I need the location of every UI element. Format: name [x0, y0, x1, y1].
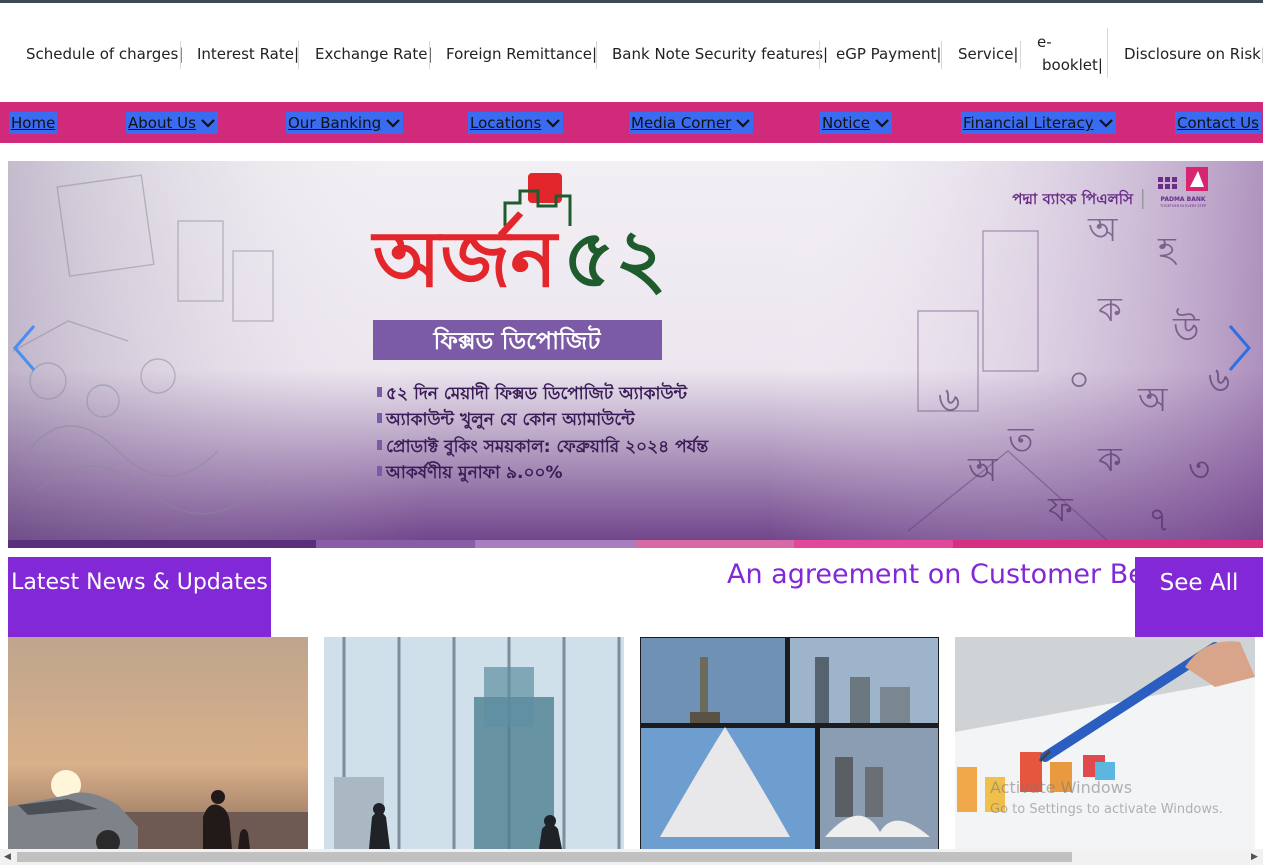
news-card-image [8, 637, 308, 849]
slide-indicator-active[interactable] [8, 540, 316, 548]
nav-home-label: Home [11, 114, 56, 132]
svg-text:ক: ক [1097, 290, 1123, 330]
e-booklet-line2: booklet| [1042, 56, 1103, 74]
link-schedule-of-charges[interactable]: Schedule of charges| [26, 45, 183, 63]
bullet-1: ৫২ দিন মেয়াদী ফিক্সড ডিপোজিট অ্যাকাউন্ট [386, 382, 688, 404]
activate-windows-subtitle: Go to Settings to activate Windows. [990, 802, 1223, 817]
link-service[interactable]: Service| [958, 45, 1019, 63]
chevron-down-icon [1098, 119, 1113, 128]
scroll-right-arrow-icon[interactable]: ▶ [1251, 852, 1258, 862]
link-interest-rate[interactable]: Interest Rate| [197, 45, 299, 63]
nav-contact-us-label: Contact Us [1177, 114, 1259, 132]
svg-text:০: ০ [1068, 360, 1090, 400]
link-disclosure-on-risk[interactable]: Disclosure on Risk| [1124, 45, 1263, 63]
chevron-right-icon[interactable] [1226, 322, 1254, 374]
news-card-2[interactable] [324, 637, 624, 849]
slide-indicator[interactable] [635, 540, 794, 548]
svg-text:হ: হ [1157, 230, 1178, 270]
chevron-down-icon [736, 119, 751, 128]
divider [941, 41, 942, 69]
chevron-down-icon [546, 119, 561, 128]
nav-home[interactable]: Home [9, 112, 58, 134]
horizontal-scrollbar[interactable]: ◀ ▶ [0, 849, 1263, 865]
divider [1020, 41, 1021, 69]
product-title: ফিক্সড ডিপোজিট [433, 325, 602, 355]
headline-text: অর্জন [370, 211, 559, 305]
scroll-left-arrow-icon[interactable]: ◀ [4, 852, 11, 862]
news-ticker[interactable]: An agreement on Customer Be [271, 557, 1135, 601]
nav-financial-literacy-label: Financial Literacy [963, 114, 1094, 132]
chevron-down-icon [386, 119, 400, 128]
activate-windows-title: Activate Windows [990, 778, 1133, 797]
slide-indicator[interactable] [316, 540, 475, 548]
news-card-image [955, 637, 1255, 849]
chevron-down-icon [201, 119, 215, 128]
svg-text:অ: অ [1137, 380, 1168, 420]
svg-text:TOGETHER IN EVERY STEP: TOGETHER IN EVERY STEP [1159, 204, 1206, 208]
divider [819, 41, 820, 69]
bullet-4: আকর্ষণীয় মুনাফা ৯.০০% [385, 461, 563, 483]
divider [1107, 28, 1108, 78]
chevron-left-icon[interactable] [10, 322, 38, 374]
see-all-button[interactable]: See All [1135, 557, 1263, 637]
svg-text:৩: ৩ [1188, 450, 1210, 490]
slide-indicator[interactable] [953, 540, 1263, 548]
main-navigation: Home About Us Our Banking Locations Medi… [0, 102, 1263, 143]
svg-text:ফ: ফ [1047, 490, 1074, 530]
banner-image: অহ কউ ০অ ৬ত ক৩ ফ৭ ৬অ পদ্মা ব্যাংক পিএলসি… [8, 151, 1263, 548]
nav-notice[interactable]: Notice [820, 112, 892, 134]
e-booklet-line1: e- [1037, 33, 1052, 51]
headline-number: ৫২ [563, 212, 667, 305]
link-e-booklet[interactable]: e- booklet| [1037, 31, 1103, 77]
quick-links-bar: Schedule of charges| Interest Rate| Exch… [0, 3, 1263, 102]
svg-text:৭: ৭ [1148, 500, 1170, 540]
latest-news-label: Latest News & Updates [8, 557, 271, 637]
link-bank-note-security[interactable]: Bank Note Security features| [612, 45, 828, 63]
nav-our-banking-label: Our Banking [288, 114, 382, 132]
banner-brand-bn: পদ্মা ব্যাংক পিএলসি [1012, 189, 1134, 208]
slide-indicator[interactable] [794, 540, 953, 548]
svg-text:PADMA BANK: PADMA BANK [1160, 196, 1205, 203]
svg-text:৬: ৬ [938, 380, 960, 420]
svg-text:অ: অ [967, 450, 998, 490]
link-foreign-remittance[interactable]: Foreign Remittance| [446, 45, 597, 63]
scrollbar-thumb[interactable] [17, 852, 1072, 862]
news-card-1[interactable] [8, 637, 308, 849]
news-card-4[interactable] [955, 637, 1255, 849]
nav-notice-label: Notice [822, 114, 870, 132]
svg-text:ক: ক [1097, 440, 1123, 480]
nav-about-us-label: About Us [128, 114, 196, 132]
nav-our-banking[interactable]: Our Banking [286, 112, 404, 134]
news-ticker-text[interactable]: An agreement on Customer Be [727, 559, 1135, 590]
bullet-3: প্রোডাক্ট বুকিং সময়কাল: ফেব্রুয়ারি ২০২… [386, 435, 709, 457]
nav-locations-label: Locations [470, 114, 542, 132]
divider [596, 41, 597, 69]
news-card-image [324, 637, 624, 849]
chevron-down-icon [875, 119, 889, 128]
svg-text:অ: অ [1087, 210, 1118, 250]
link-exchange-rate[interactable]: Exchange Rate| [315, 45, 433, 63]
hero-banner-slider[interactable]: অহ কউ ০অ ৬ত ক৩ ফ৭ ৬অ পদ্মা ব্যাংক পিএলসি… [8, 151, 1263, 548]
nav-about-us[interactable]: About Us [126, 112, 218, 134]
nav-locations[interactable]: Locations [468, 112, 564, 134]
bullet-2: অ্যাকাউন্ট খুলুন যে কোন অ্যামাউন্টে [385, 408, 635, 430]
nav-financial-literacy[interactable]: Financial Literacy [961, 112, 1116, 134]
svg-text:উ: উ [1172, 308, 1200, 350]
link-egp-payment[interactable]: eGP Payment| [836, 45, 941, 63]
divider [180, 41, 181, 69]
slider-progress [8, 540, 1263, 548]
nav-media-corner[interactable]: Media Corner [629, 112, 754, 134]
news-card-3[interactable] [640, 637, 939, 849]
news-card-image [640, 637, 939, 849]
nav-media-corner-label: Media Corner [631, 114, 732, 132]
slide-indicator[interactable] [475, 540, 635, 548]
divider [429, 41, 430, 69]
nav-contact-us[interactable]: Contact Us [1175, 112, 1261, 134]
divider [298, 41, 299, 69]
